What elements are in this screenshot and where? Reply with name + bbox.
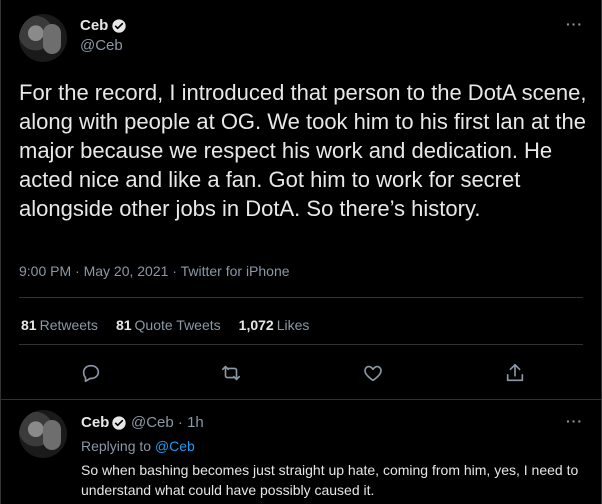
replying-to: Replying to @Ceb — [81, 438, 195, 454]
likes-label: Likes — [276, 317, 310, 333]
quote-count: 81 — [115, 317, 132, 333]
avatar[interactable] — [19, 14, 67, 62]
tweet-thread: Ceb @Ceb ··· For the record, I introduce… — [0, 0, 602, 504]
more-options-icon[interactable]: ··· — [566, 413, 583, 429]
like-icon[interactable] — [362, 362, 384, 384]
divider — [1, 399, 601, 400]
retweets-label: Retweets — [39, 317, 98, 333]
tweet-stats: 81 Retweets 81 Quote Tweets 1,072 Likes — [21, 317, 327, 333]
reply-handle-time[interactable]: @Ceb · 1h — [131, 414, 204, 431]
reply-handle[interactable]: @Ceb — [131, 414, 174, 431]
verified-icon — [112, 416, 126, 430]
verified-icon — [112, 19, 126, 33]
retweets-stat[interactable]: 81 Retweets — [21, 317, 98, 333]
reply-icon[interactable] — [80, 362, 102, 384]
likes-count: 1,072 — [238, 317, 274, 333]
reply-author-name[interactable]: Ceb — [81, 414, 109, 431]
reply-text: So when bashing becomes just straight up… — [81, 462, 579, 498]
share-icon[interactable] — [504, 362, 526, 384]
more-options-icon[interactable]: ··· — [566, 16, 583, 32]
tweet-text: For the record, I introduced that person… — [19, 80, 587, 221]
author-name[interactable]: Ceb — [80, 17, 108, 34]
divider — [19, 344, 583, 345]
likes-stat[interactable]: 1,072 Likes — [239, 317, 310, 333]
reply-time[interactable]: · 1h — [178, 414, 204, 431]
quote-label: Quote Tweets — [134, 317, 221, 333]
author-handle[interactable]: @Ceb — [80, 37, 123, 54]
quote-tweets-stat[interactable]: 81 Quote Tweets — [116, 317, 221, 333]
tweet-timestamp[interactable]: 9:00 PM · May 20, 2021 · Twitter for iPh… — [19, 263, 290, 279]
retweets-count: 81 — [21, 317, 37, 333]
retweet-icon[interactable] — [220, 362, 242, 384]
replying-to-link[interactable]: @Ceb — [155, 438, 195, 454]
divider — [19, 297, 583, 298]
reply-avatar[interactable] — [19, 410, 67, 458]
replying-prefix: Replying to — [81, 438, 152, 454]
